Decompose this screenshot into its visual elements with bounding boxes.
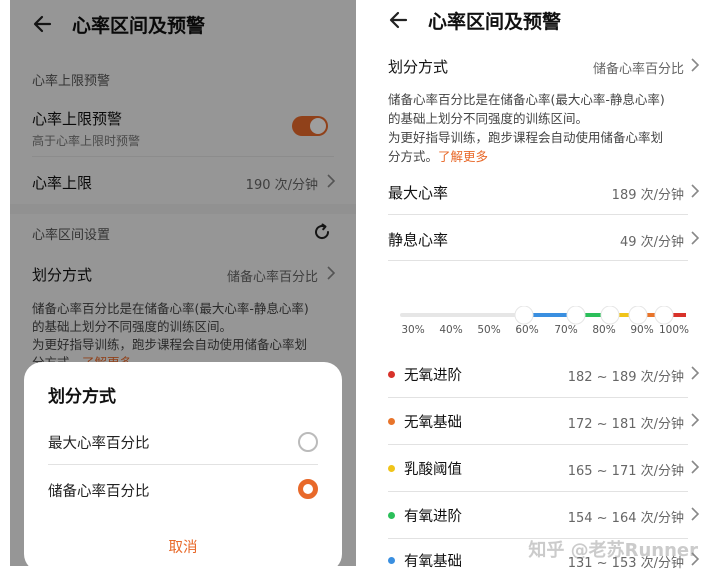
zone-color-dot <box>388 512 395 519</box>
divider <box>388 214 688 215</box>
right-screen: 心率区间及预警 划分方式 储备心率百分比 储备心率百分比是在储备心率(最大心率-… <box>370 0 714 576</box>
max-hr-value[interactable]: 189 次/分钟 <box>612 184 684 203</box>
divider <box>388 444 688 445</box>
rest-hr-value[interactable]: 49 次/分钟 <box>620 231 684 250</box>
method-description: 储备心率百分比是在储备心率(最大心率-静息心率) 的基础上划分不同强度的训练区间… <box>388 90 688 166</box>
zone-name[interactable]: 无氧进阶 <box>404 364 462 385</box>
divider <box>48 464 318 465</box>
zone-name[interactable]: 无氧基础 <box>404 411 462 432</box>
zone-color-dot <box>388 557 395 564</box>
learn-more-link[interactable]: 了解更多 <box>438 149 488 164</box>
zone-color-dot <box>388 418 395 425</box>
gauge-label: 80% <box>592 324 616 336</box>
chevron-right-icon <box>691 552 700 566</box>
page-title: 心率区间及预警 <box>428 10 562 33</box>
chevron-right-icon <box>691 366 700 380</box>
gauge-label: 90% <box>630 324 654 336</box>
gauge-handle[interactable] <box>514 306 534 325</box>
gauge-label: 100% <box>658 324 690 336</box>
gauge-handle[interactable] <box>654 306 674 325</box>
method-value[interactable]: 储备心率百分比 <box>593 58 684 77</box>
option-reserve-hr-percent[interactable]: 储备心率百分比 <box>48 480 150 501</box>
zone-range-value[interactable]: 172 ~ 181 次/分钟 <box>568 413 684 432</box>
gauge-label: 40% <box>439 324 463 336</box>
divider <box>388 491 688 492</box>
zone-range-value[interactable]: 182 ~ 189 次/分钟 <box>568 366 684 385</box>
option-max-hr-percent[interactable]: 最大心率百分比 <box>48 432 150 453</box>
chevron-right-icon <box>691 184 700 198</box>
gauge-labels: 30% 40% 50% 60% 70% 80% 90% 100% <box>388 324 696 340</box>
zone-range-value[interactable]: 165 ~ 171 次/分钟 <box>568 460 684 479</box>
rest-hr-label[interactable]: 静息心率 <box>388 229 448 250</box>
gauge-handle[interactable] <box>566 306 586 325</box>
sheet-title: 划分方式 <box>48 387 116 407</box>
gauge-handle[interactable] <box>600 306 620 325</box>
description-line: 为更好指导训练，跑步课程会自动使用储备心率划 <box>388 130 664 145</box>
gauge-label: 30% <box>401 324 425 336</box>
header: 心率区间及预警 <box>386 6 714 34</box>
zone-name[interactable]: 有氧进阶 <box>404 505 462 526</box>
radio-reserve-hr-percent[interactable] <box>298 479 318 499</box>
gauge-label: 60% <box>515 324 539 336</box>
radio-max-hr-percent[interactable] <box>298 432 318 452</box>
back-arrow-icon[interactable] <box>386 6 414 34</box>
chevron-right-icon <box>691 413 700 427</box>
divider <box>388 260 688 261</box>
chevron-right-icon <box>691 460 700 474</box>
settings-page-background: 心率区间及预警 心率上限预警 心率上限预警 高于心率上限时预警 心率上限 190… <box>10 0 356 566</box>
description-line: 的基础上划分不同强度的训练区间。 <box>388 111 589 126</box>
gauge-handle[interactable] <box>628 306 648 325</box>
zone-range-value[interactable]: 131 ~ 153 次/分钟 <box>568 552 684 571</box>
cancel-button[interactable]: 取消 <box>24 536 342 557</box>
gauge-track <box>400 313 524 317</box>
description-line: 分方式。 <box>388 149 439 164</box>
chevron-right-icon <box>691 507 700 521</box>
chevron-right-icon <box>691 231 700 245</box>
zone-name[interactable]: 乳酸阈值 <box>404 458 462 479</box>
chevron-right-icon <box>691 58 700 72</box>
zone-name[interactable]: 有氧基础 <box>404 550 462 571</box>
method-picker-sheet: 划分方式 最大心率百分比 储备心率百分比 取消 <box>24 362 342 566</box>
max-hr-label[interactable]: 最大心率 <box>388 182 448 203</box>
description-line: 储备心率百分比是在储备心率(最大心率-静息心率) <box>388 92 665 107</box>
zone-color-dot <box>388 371 395 378</box>
zone-color-dot <box>388 465 395 472</box>
method-label[interactable]: 划分方式 <box>388 56 448 77</box>
gauge-label: 50% <box>477 324 501 336</box>
zone-range-value[interactable]: 154 ~ 164 次/分钟 <box>568 507 684 526</box>
left-screen: 心率区间及预警 心率上限预警 心率上限预警 高于心率上限时预警 心率上限 190… <box>10 0 356 566</box>
divider <box>388 538 688 539</box>
gauge-label: 70% <box>554 324 578 336</box>
divider <box>388 397 688 398</box>
